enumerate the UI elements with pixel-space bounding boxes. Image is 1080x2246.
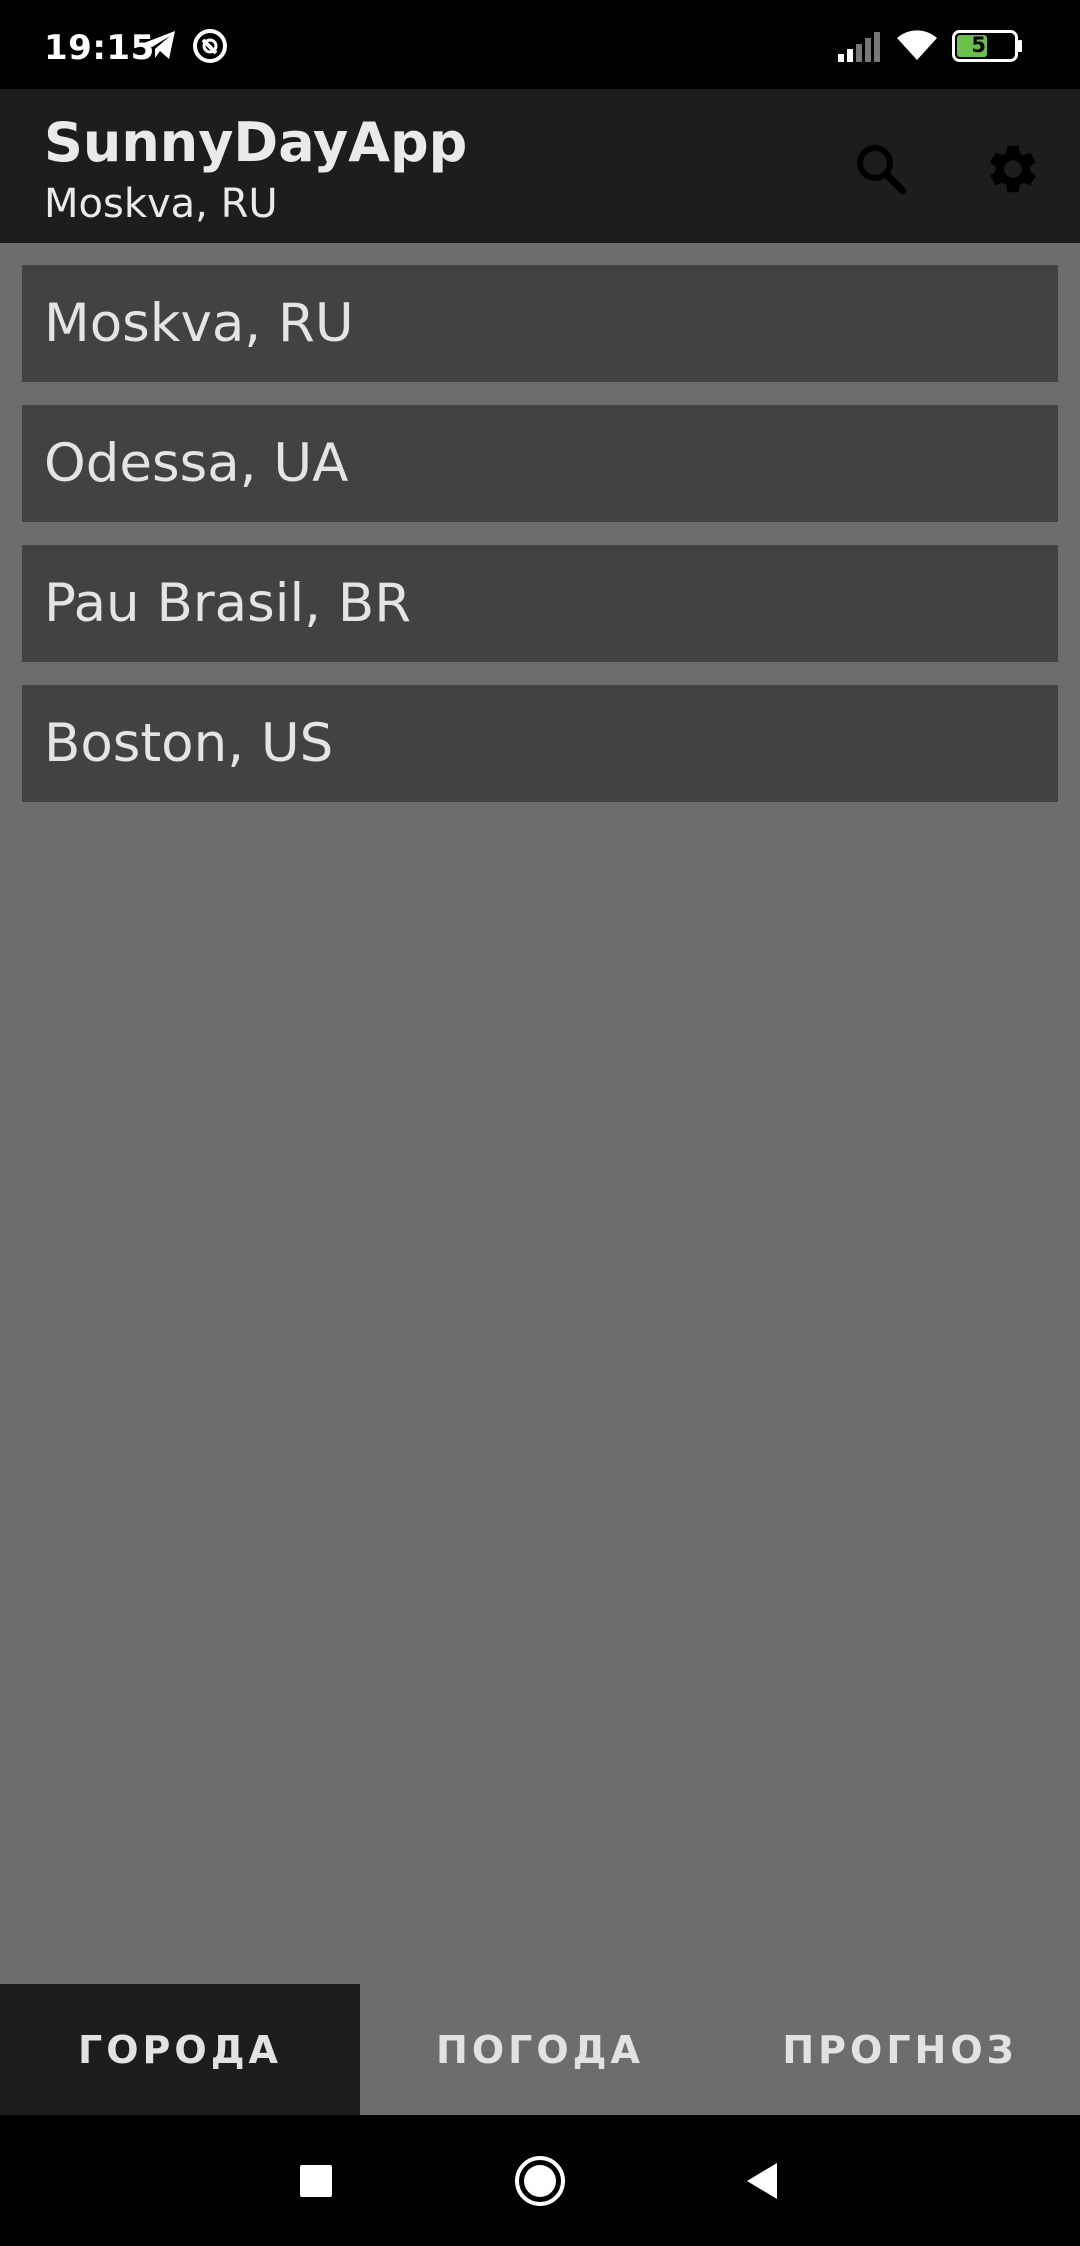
battery-icon: 51 (952, 30, 1024, 67)
recents-icon (300, 2165, 332, 2197)
battery-level: 51 (971, 33, 1001, 57)
tab-forecast[interactable]: ПРОГНОЗ (720, 1984, 1080, 2115)
app-bar: SunnyDayApp Moskva, RU (0, 89, 1080, 243)
settings-button[interactable] (973, 129, 1053, 209)
settings-icon (990, 145, 1036, 193)
city-list: Moskva, RU Odessa, UA Pau Brasil, BR Bos… (22, 265, 1058, 825)
recents-button[interactable] (284, 2149, 348, 2213)
signal-icon (838, 32, 882, 67)
bottom-tab-bar: ГОРОДА ПОГОДА ПРОГНОЗ (0, 1984, 1080, 2115)
telegram-icon (142, 28, 178, 67)
tab-cities[interactable]: ГОРОДА (0, 1984, 360, 2115)
app-title: SunnyDayApp (44, 111, 468, 174)
search-button[interactable] (841, 129, 921, 209)
back-icon (747, 2163, 777, 2199)
search-icon (857, 145, 907, 195)
city-label: Odessa, UA (44, 433, 349, 494)
city-item[interactable]: Moskva, RU (22, 265, 1058, 382)
current-city-subtitle: Moskva, RU (44, 181, 278, 227)
city-label: Boston, US (44, 713, 334, 774)
city-item[interactable]: Odessa, UA (22, 405, 1058, 522)
system-nav-bar (0, 2115, 1080, 2246)
back-button[interactable] (730, 2149, 794, 2213)
city-item[interactable]: Boston, US (22, 685, 1058, 802)
status-bar: 19:15 51 (0, 0, 1080, 89)
city-label: Moskva, RU (44, 293, 354, 354)
city-label: Pau Brasil, BR (44, 573, 412, 634)
wifi-icon (894, 28, 940, 67)
status-time: 19:15 (44, 28, 155, 68)
tab-weather[interactable]: ПОГОДА (360, 1984, 720, 2115)
home-icon (515, 2156, 565, 2206)
at-sign-icon (192, 28, 228, 69)
home-button[interactable] (508, 2149, 572, 2213)
city-item[interactable]: Pau Brasil, BR (22, 545, 1058, 662)
